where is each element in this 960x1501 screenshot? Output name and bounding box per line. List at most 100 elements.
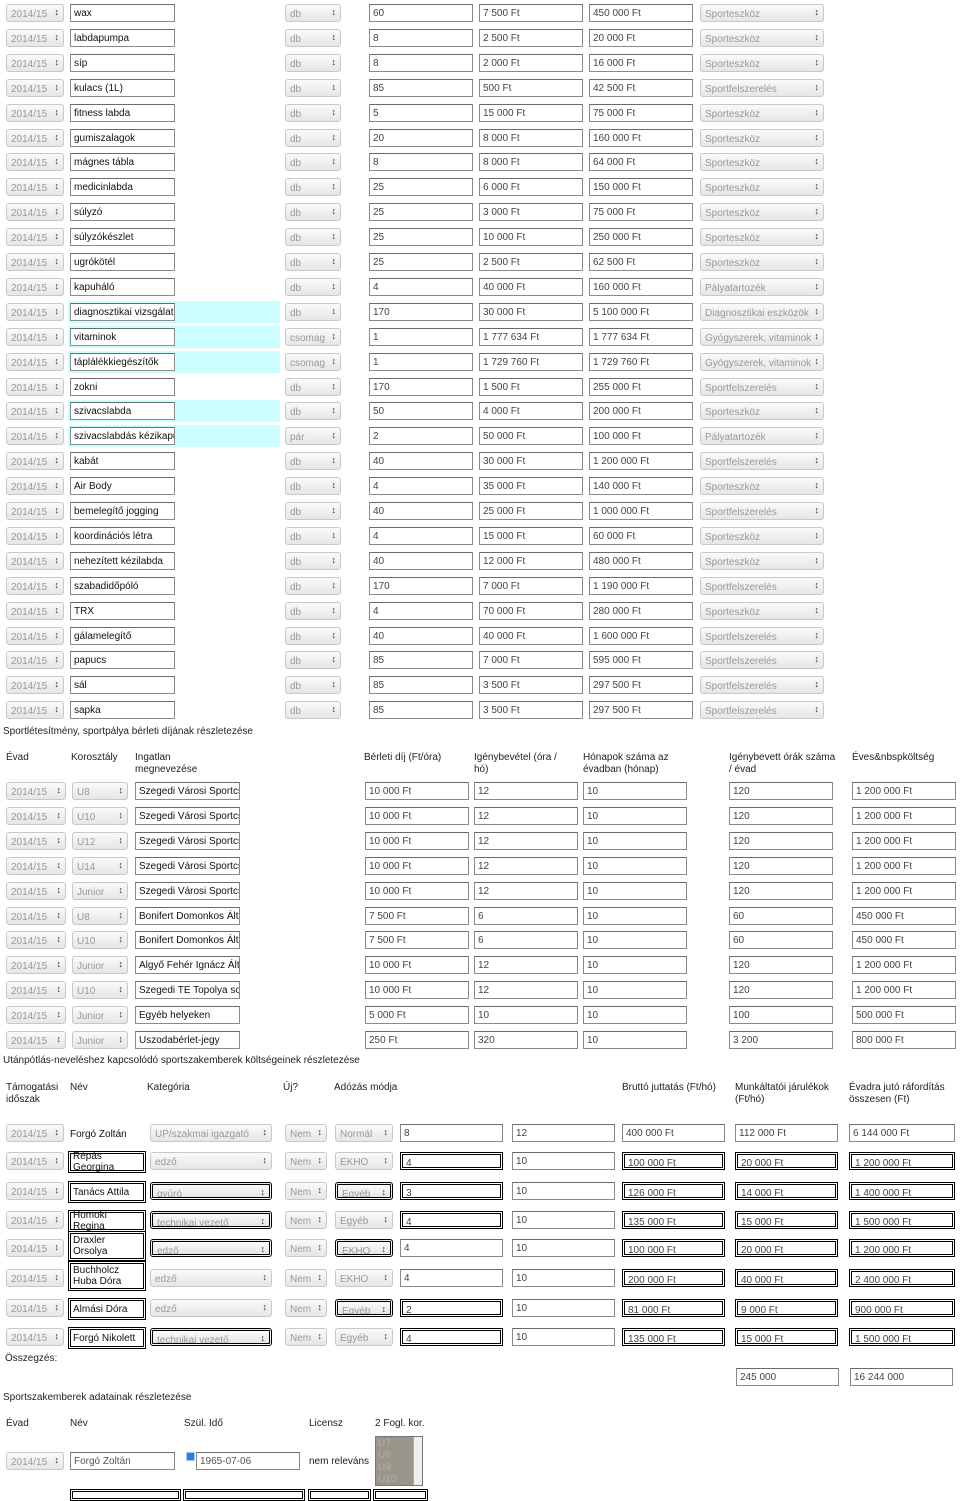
category-select[interactable]: Sporteszköz (700, 178, 824, 197)
quantity-field[interactable]: 25 (369, 253, 473, 271)
facility-field[interactable]: Szegedi Városi Sportcsarnok (135, 782, 240, 800)
new-select[interactable]: Nem (285, 1239, 327, 1257)
age-groups-listbox[interactable]: U7 U8 U9 U10 (375, 1436, 423, 1486)
tax-mode-select[interactable]: EKHO (335, 1152, 393, 1170)
usage-field[interactable]: 12 (474, 856, 578, 875)
unit-price-field[interactable]: 7 500 Ft (479, 4, 583, 22)
quantity-field[interactable]: 8 (369, 53, 473, 72)
usage-field[interactable]: 12 (474, 956, 578, 975)
unit-price-field[interactable]: 2 500 Ft (479, 28, 583, 47)
months-field[interactable]: 3 (400, 1182, 503, 1200)
unit-select[interactable]: db (285, 228, 341, 247)
unit-price-field[interactable]: 2 000 Ft (479, 53, 583, 72)
hours-field[interactable]: 120 (729, 806, 833, 825)
item-name-field[interactable]: síp (70, 53, 175, 72)
total-field[interactable]: 297 500 Ft (589, 676, 693, 695)
season-total-field[interactable]: 1 500 000 Ft (849, 1328, 955, 1346)
category-select[interactable]: Gyógyszerek, vitaminok (700, 327, 824, 346)
item-name-field[interactable]: Air Body (70, 477, 175, 496)
months-field[interactable]: 10 (583, 931, 687, 950)
unit-select[interactable]: db (285, 551, 341, 570)
total-field[interactable]: 150 000 Ft (589, 178, 693, 197)
item-name-field[interactable]: koordinációs létra (70, 526, 175, 545)
total-field[interactable]: 62 500 Ft (589, 253, 693, 271)
category-select[interactable]: technikai vezető (150, 1328, 272, 1346)
season-select[interactable]: 2014/15 (6, 1328, 64, 1346)
season-select[interactable]: 2014/15 (6, 981, 66, 1000)
hours-field[interactable]: 120 (729, 782, 833, 800)
item-name-field[interactable]: medicinlabda (70, 178, 175, 197)
unit-price-field[interactable]: 1 500 Ft (479, 377, 583, 396)
rental-fee-field[interactable]: 10 000 Ft (365, 831, 469, 850)
annual-cost-field[interactable]: 1 200 000 Ft (852, 956, 956, 975)
season-select[interactable]: 2014/15 (6, 576, 64, 595)
rental-fee-field[interactable]: 250 Ft (365, 1031, 469, 1049)
tax-mode-select[interactable]: Egyéb (335, 1211, 393, 1229)
category-select[interactable]: UP/szakmai igazgató (150, 1124, 272, 1142)
quantity-field[interactable]: 25 (369, 203, 473, 222)
gross-pay-field[interactable]: 100 000 Ft (622, 1152, 725, 1170)
item-name-field[interactable]: kabát (70, 452, 175, 471)
usage-field[interactable]: 12 (474, 806, 578, 825)
item-name-field[interactable]: szivacslabdás kézikapu (70, 427, 175, 446)
unit-select[interactable]: db (285, 178, 341, 197)
unit-select[interactable]: db (285, 78, 341, 97)
age-option[interactable]: U9 (378, 1462, 396, 1474)
age-group-select[interactable]: Junior (72, 1031, 128, 1049)
category-select[interactable]: Pályatartozék (700, 277, 824, 296)
season-select[interactable]: 2014/15 (6, 1239, 64, 1257)
rental-fee-field[interactable]: 10 000 Ft (365, 956, 469, 975)
quantity-field[interactable]: 4 (369, 277, 473, 296)
employer-contrib-field[interactable]: 9 000 Ft (735, 1299, 838, 1317)
season-select[interactable]: 2014/15 (6, 377, 64, 396)
season-select[interactable]: 2014/15 (6, 103, 64, 122)
quantity-field[interactable]: 85 (369, 701, 473, 720)
quantity-field[interactable]: 1 (369, 327, 473, 346)
item-name-field[interactable]: fitness labda (70, 103, 175, 122)
item-name-field[interactable]: kapuháló (70, 277, 175, 296)
category-select[interactable]: Sportfelszerelés (700, 676, 824, 695)
usage-field[interactable]: 12 (474, 881, 578, 900)
gross-pay-field[interactable]: 400 000 Ft (622, 1124, 725, 1142)
unit-price-field[interactable]: 40 000 Ft (479, 277, 583, 296)
rental-fee-field[interactable]: 7 500 Ft (365, 906, 469, 925)
total-field[interactable]: 1 190 000 Ft (589, 576, 693, 595)
category-select[interactable]: Sportfelszerelés (700, 377, 824, 396)
age-group-select[interactable]: U10 (72, 806, 128, 825)
name-field[interactable]: Forgó Zoltán (70, 1452, 175, 1470)
total-field[interactable]: 75 000 Ft (589, 203, 693, 222)
rental-fee-field[interactable]: 10 000 Ft (365, 806, 469, 825)
total-field[interactable]: 595 000 Ft (589, 651, 693, 670)
annual-cost-field[interactable]: 1 200 000 Ft (852, 806, 956, 825)
category-select[interactable]: Sportfelszerelés (700, 452, 824, 471)
employer-contrib-field[interactable]: 15 000 Ft (735, 1211, 838, 1229)
age-group-select[interactable]: U12 (72, 831, 128, 850)
months-field[interactable]: 10 (583, 831, 687, 850)
season-select[interactable]: 2014/15 (6, 4, 64, 22)
category-select[interactable]: Sporteszköz (700, 477, 824, 496)
annual-cost-field[interactable]: 800 000 Ft (852, 1031, 956, 1049)
hours-field[interactable]: 60 (729, 906, 833, 925)
summary-total-field[interactable]: 16 244 000 (850, 1368, 953, 1386)
total-field[interactable]: 60 000 Ft (589, 526, 693, 545)
season-select[interactable]: 2014/15 (6, 178, 64, 197)
birth-date-field[interactable]: 1965-07-06 (196, 1452, 300, 1470)
quantity-field[interactable]: 2 (369, 427, 473, 446)
gross-pay-field[interactable]: 100 000 Ft (622, 1239, 725, 1257)
item-name-field[interactable]: papucs (70, 651, 175, 670)
months-field[interactable]: 10 (583, 782, 687, 800)
unit-select[interactable]: db (285, 103, 341, 122)
unit-select[interactable]: db (285, 526, 341, 545)
item-name-field[interactable]: súlyzó (70, 203, 175, 222)
season-select[interactable]: 2014/15 (6, 78, 64, 97)
category-select[interactable]: Sporteszköz (700, 53, 824, 72)
season-select[interactable]: 2014/15 (6, 1006, 66, 1025)
usage-field[interactable]: 320 (474, 1031, 578, 1049)
tax-mode-select[interactable]: Normál (335, 1124, 393, 1142)
quantity-field[interactable]: 40 (369, 502, 473, 520)
hours-field[interactable]: 12 (512, 1124, 615, 1142)
facility-field[interactable]: Bonifert Domonkos Ált.Isk. (135, 931, 240, 950)
season-select[interactable]: 2014/15 (6, 203, 64, 222)
unit-price-field[interactable]: 12 000 Ft (479, 551, 583, 570)
season-select[interactable]: 2014/15 (6, 28, 64, 47)
